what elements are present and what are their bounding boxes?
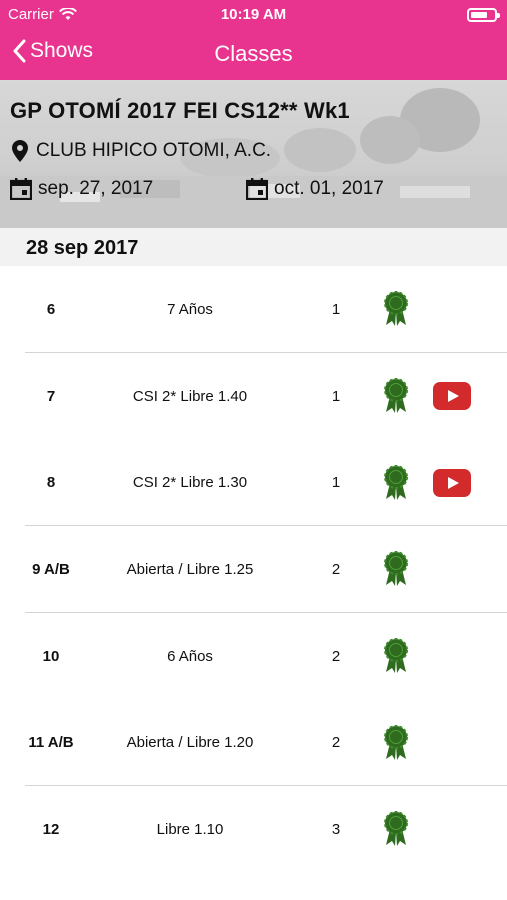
class-count: 2 [331,647,341,665]
show-title: GP OTOMÍ 2017 FEI CS12** Wk1 [10,98,350,123]
class-count: 2 [331,734,341,752]
location-row: CLUB HIPICO OTOMI, A.C. [12,140,271,162]
award-ribbon-icon[interactable] [382,724,410,761]
class-row[interactable]: 12 Libre 1.10 3 [0,786,507,873]
award-ribbon-icon[interactable] [382,291,410,327]
status-time: 10:19 AM [220,6,287,23]
class-number: 7 [46,387,56,405]
class-number: 6 [46,300,56,318]
class-row[interactable]: 10 6 Años 2 [0,613,507,700]
show-header: GP OTOMÍ 2017 FEI CS12** Wk1 CLUB HIPICO… [0,80,507,228]
class-count: 1 [331,387,341,405]
top-bar: Carrier 10:19 AM Shows Classes [0,0,507,80]
start-date-row: sep. 27, 2017 [10,178,153,200]
class-row[interactable]: 7 CSI 2* Libre 1.40 1 [0,353,507,440]
map-pin-icon [12,140,28,162]
youtube-play-icon[interactable] [433,468,471,497]
page-title: Classes [214,41,293,66]
award-ribbon-icon[interactable] [382,464,410,501]
class-name: Libre 1.10 [156,820,224,838]
calendar-icon [10,178,32,200]
class-count: 1 [331,300,341,318]
status-bar: Carrier 10:19 AM [0,0,507,30]
class-number: 12 [42,820,60,838]
navigation-bar: Shows Classes [0,30,507,80]
class-number: 10 [42,647,60,665]
award-ribbon-icon[interactable] [382,638,410,674]
calendar-icon [246,178,268,200]
day-label: 28 sep 2017 [26,237,139,259]
class-number: 11 A/B [28,734,74,752]
class-name: CSI 2* Libre 1.30 [132,474,248,492]
class-number: 8 [46,474,56,492]
class-count: 2 [331,560,341,578]
class-count: 1 [331,474,341,492]
class-row[interactable]: 8 CSI 2* Libre 1.30 1 [0,439,507,527]
award-ribbon-icon[interactable] [382,811,410,847]
award-ribbon-icon[interactable] [382,551,410,587]
class-row[interactable]: 9 A/B Abierta / Libre 1.25 2 [0,526,507,613]
class-count: 3 [331,820,341,838]
day-section-header: 28 sep 2017 [0,228,507,266]
class-name: CSI 2* Libre 1.40 [132,387,248,405]
youtube-play-icon[interactable] [433,382,471,411]
award-ribbon-icon[interactable] [382,378,410,414]
class-row[interactable]: 6 7 Años 1 [0,266,507,353]
class-list: 6 7 Años 1 7 CSI 2* Libre 1.40 1 8 CSI 2… [0,266,507,873]
class-number: 9 A/B [32,560,70,578]
class-name: Abierta / Libre 1.25 [126,560,254,578]
end-date-row: oct. 01, 2017 [246,178,384,200]
location-label: CLUB HIPICO OTOMI, A.C. [36,140,272,161]
start-date: sep. 27, 2017 [38,178,154,199]
class-name: Abierta / Libre 1.20 [126,734,254,752]
battery-icon [467,8,500,22]
class-name: 7 Años [167,300,213,318]
end-date: oct. 01, 2017 [274,178,384,199]
class-name: 6 Años [167,647,213,665]
class-row[interactable]: 11 A/B Abierta / Libre 1.20 2 [0,699,507,787]
